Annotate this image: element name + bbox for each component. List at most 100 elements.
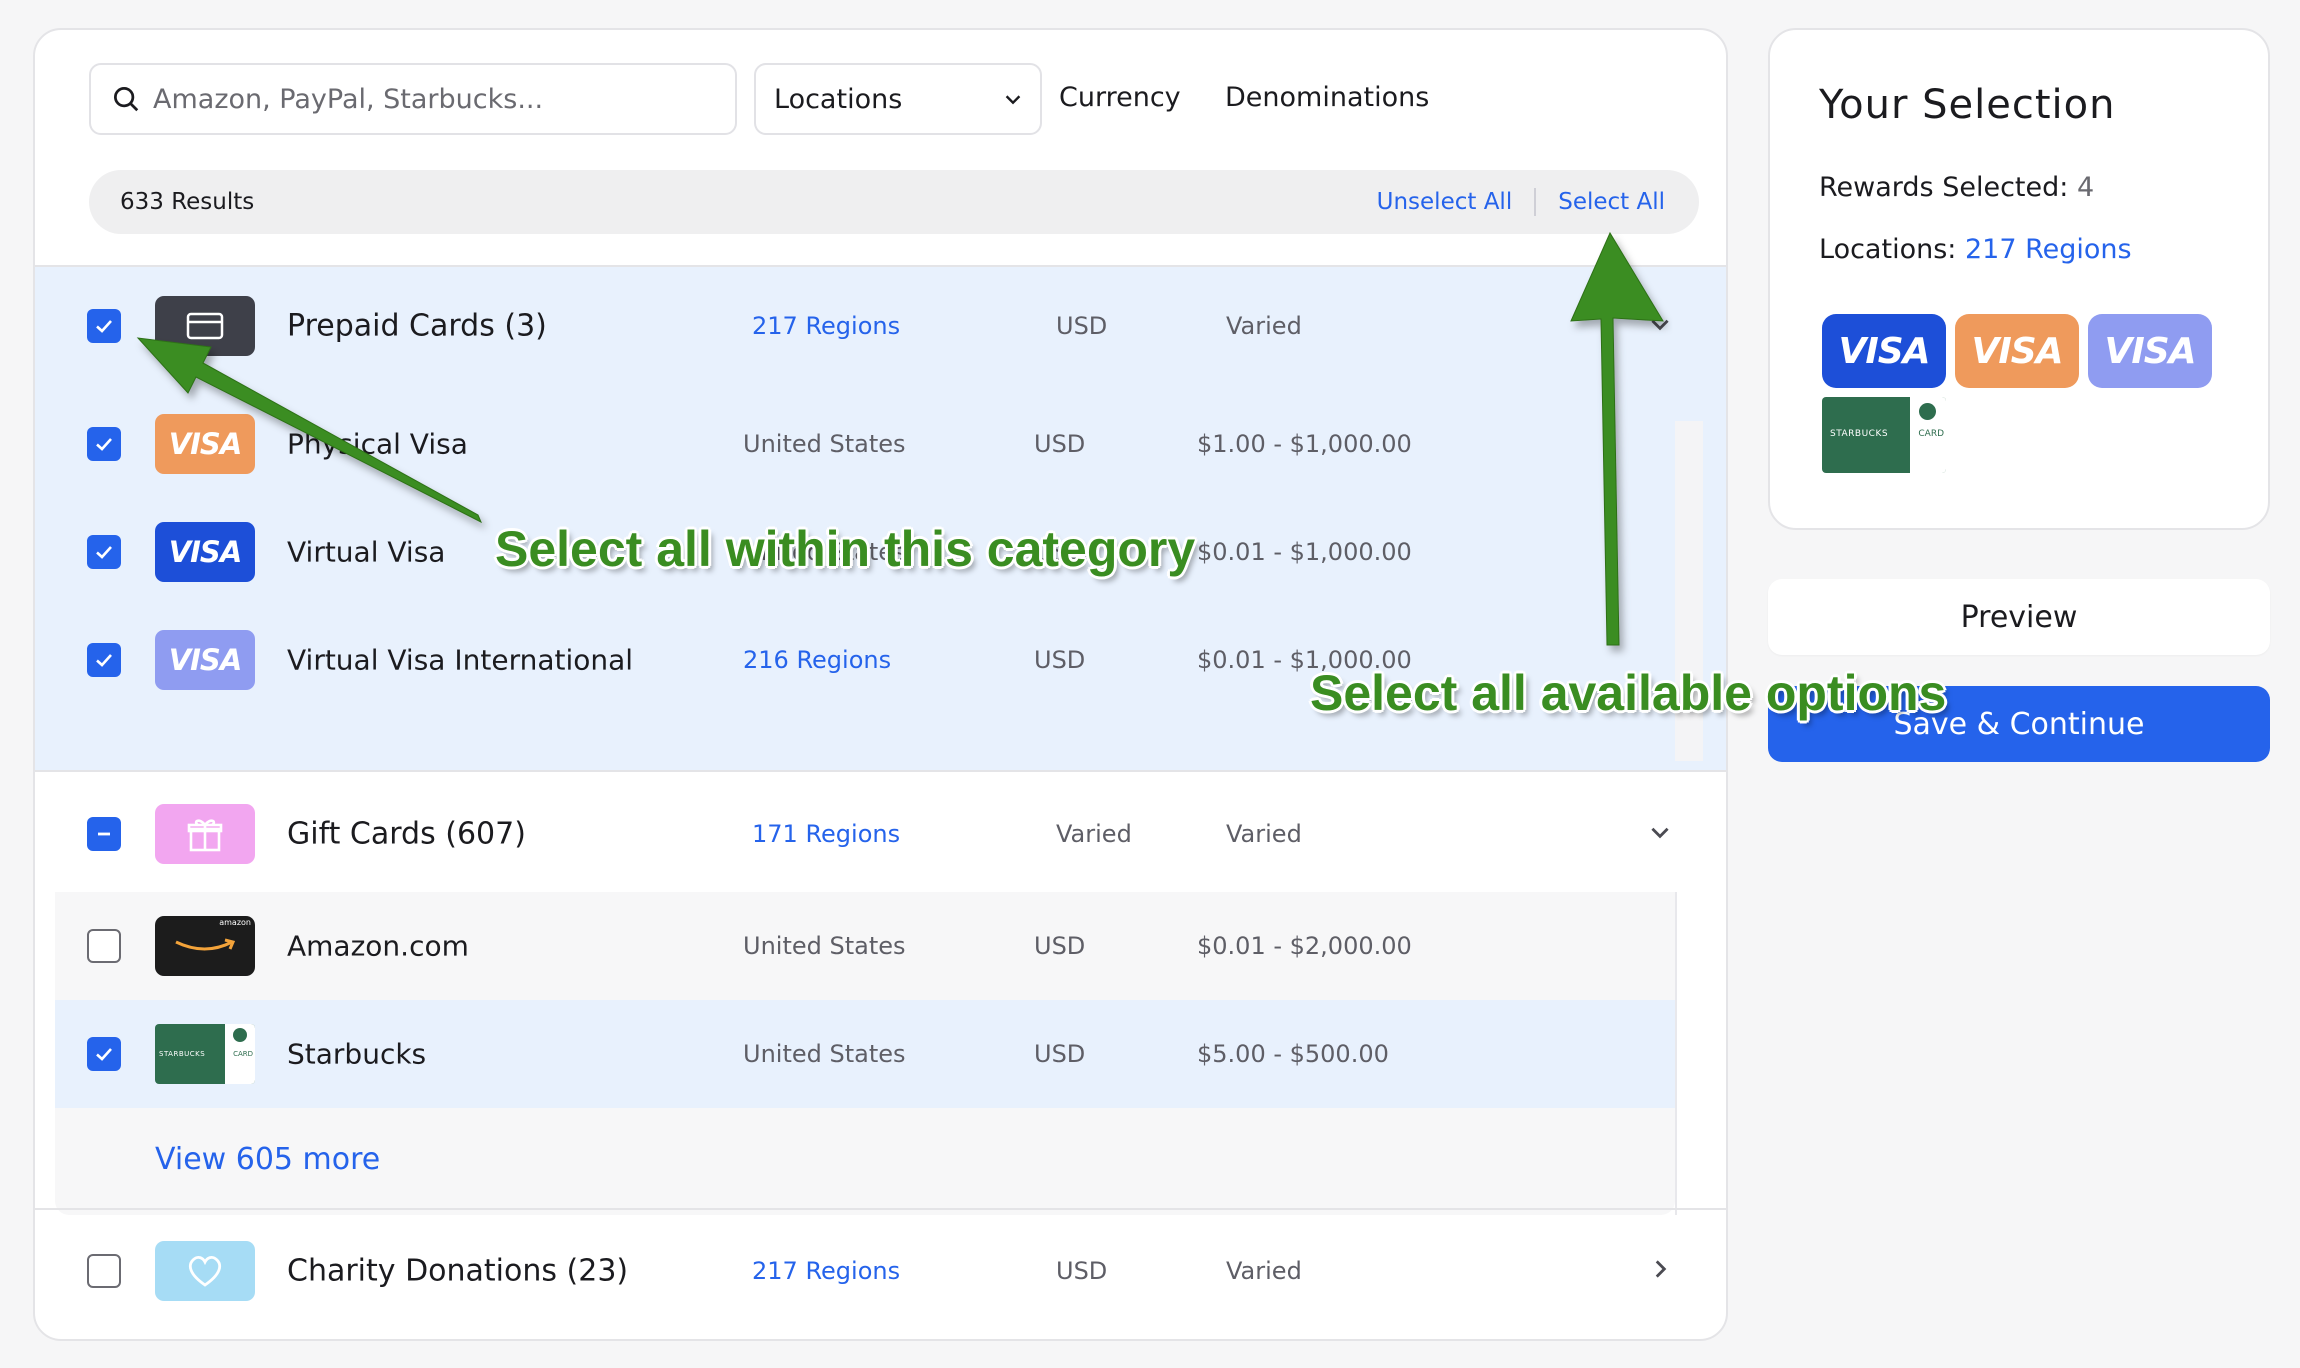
category-row-charity[interactable]: Charity Donations (23) 217 Regions USD V… <box>35 1212 1726 1330</box>
locations-dropdown[interactable]: Locations <box>754 63 1042 135</box>
check-icon <box>96 546 112 559</box>
annotation-select-all: Select all available options <box>1310 665 1947 721</box>
amazon-range: $0.01 - $2,000.00 <box>1197 932 1412 960</box>
virtual-visa-international-currency: USD <box>1034 646 1086 674</box>
locations-value-link[interactable]: 217 Regions <box>1965 234 2132 265</box>
amazon-location: United States <box>743 932 906 960</box>
annotation-select-category: Select all within this category <box>495 521 1196 577</box>
locations-dropdown-label: Locations <box>774 83 903 115</box>
chevron-down-icon <box>1651 319 1669 331</box>
starbucks-logo-sub: CARD <box>233 1050 253 1058</box>
gift-icon <box>187 819 223 852</box>
chevron-down-icon <box>1005 95 1021 105</box>
amazon-thumb: amazon <box>155 916 255 976</box>
starbucks-logo-sub: CARD <box>1918 429 1944 439</box>
visa-logo: VISA <box>168 427 243 461</box>
starbucks-siren-icon <box>233 1028 247 1042</box>
locations-label: Locations: <box>1819 234 1957 265</box>
starbucks-logo: STARBUCKS <box>159 1050 206 1058</box>
check-icon <box>96 438 112 451</box>
virtual-visa-international-regions-link[interactable]: 216 Regions <box>743 646 891 674</box>
amazon-logo: amazon <box>219 918 251 927</box>
starbucks-range: $5.00 - $500.00 <box>1197 1040 1389 1068</box>
starbucks-siren-icon <box>1919 403 1936 420</box>
rewards-selected-line: Rewards Selected: 4 <box>1819 172 2094 203</box>
minus-icon <box>98 832 110 836</box>
prepaid-category-name: Prepaid Cards (3) <box>287 308 547 344</box>
chevron-down-icon <box>1651 827 1669 839</box>
view-more-link[interactable]: View 605 more <box>155 1142 380 1177</box>
prepaid-category-thumb <box>155 296 255 356</box>
select-all-link[interactable]: Select All <box>1558 189 1665 215</box>
physical-visa-checkbox[interactable] <box>87 427 121 461</box>
gift-cards-denomination: Varied <box>1226 820 1302 848</box>
charity-expand-toggle[interactable] <box>1647 1256 1673 1286</box>
denominations-filter[interactable]: Denominations <box>1225 82 1429 113</box>
gift-cards-expand-toggle[interactable] <box>1647 819 1673 849</box>
visa-logo: VISA <box>168 535 243 569</box>
selection-title: Your Selection <box>1819 82 2116 128</box>
search-box[interactable] <box>89 63 737 135</box>
search-input[interactable] <box>153 83 713 115</box>
category-row-gift-cards[interactable]: Gift Cards (607) 171 Regions Varied Vari… <box>35 775 1726 893</box>
virtual-visa-thumb: VISA <box>155 522 255 582</box>
virtual-visa-checkbox[interactable] <box>87 535 121 569</box>
virtual-visa-international-name: Virtual Visa International <box>287 643 634 677</box>
charity-category-checkbox[interactable] <box>87 1254 121 1288</box>
charity-denomination: Varied <box>1226 1257 1302 1285</box>
charity-regions-link[interactable]: 217 Regions <box>752 1257 900 1285</box>
unselect-all-link[interactable]: Unselect All <box>1377 189 1513 215</box>
selection-summary-card: Your Selection Rewards Selected: 4 Locat… <box>1768 28 2270 530</box>
category-row-prepaid[interactable]: Prepaid Cards (3) 217 Regions USD Varied <box>35 267 1726 385</box>
check-icon <box>96 654 112 667</box>
selected-thumb-starbucks: STARBUCKS CARD <box>1822 397 1946 473</box>
starbucks-thumb: STARBUCKS CARD <box>155 1024 255 1084</box>
starbucks-currency: USD <box>1034 1040 1086 1068</box>
prepaid-denomination: Varied <box>1226 312 1302 340</box>
charity-category-thumb <box>155 1241 255 1301</box>
virtual-visa-name: Virtual Visa <box>287 535 446 569</box>
search-icon <box>114 87 139 112</box>
physical-visa-location: United States <box>743 430 906 458</box>
prepaid-regions-link[interactable]: 217 Regions <box>752 312 900 340</box>
gift-list-scrollbar[interactable] <box>1675 892 1703 1215</box>
amazon-currency: USD <box>1034 932 1086 960</box>
starbucks-logo: STARBUCKS <box>1830 429 1889 439</box>
currency-filter[interactable]: Currency <box>1059 82 1181 113</box>
gift-cards-category-thumb <box>155 804 255 864</box>
starbucks-name: Starbucks <box>287 1037 427 1071</box>
visa-logo: VISA <box>1971 330 2063 372</box>
selected-thumb-visa-international: VISA <box>2088 314 2212 388</box>
check-icon <box>96 320 112 333</box>
selected-thumb-virtual-visa: VISA <box>1822 314 1946 388</box>
visa-logo: VISA <box>1838 330 1930 372</box>
physical-visa-range: $1.00 - $1,000.00 <box>1197 430 1412 458</box>
amazon-checkbox[interactable] <box>87 929 121 963</box>
prepaid-currency: USD <box>1056 312 1108 340</box>
amazon-smile-icon <box>175 938 236 951</box>
virtual-visa-international-checkbox[interactable] <box>87 643 121 677</box>
starbucks-checkbox[interactable] <box>87 1037 121 1071</box>
results-count: 633 Results <box>120 189 255 215</box>
gift-cards-currency: Varied <box>1056 820 1132 848</box>
list-item-starbucks[interactable]: STARBUCKS CARD Starbucks United States U… <box>55 1000 1675 1108</box>
visa-logo: VISA <box>168 643 243 677</box>
physical-visa-thumb: VISA <box>155 414 255 474</box>
prepaid-category-checkbox[interactable] <box>87 309 121 343</box>
amazon-name: Amazon.com <box>287 929 469 963</box>
check-icon <box>96 1048 112 1061</box>
list-item-amazon[interactable]: amazon Amazon.com United States USD $0.0… <box>55 892 1675 1000</box>
group-divider <box>35 1208 1726 1210</box>
virtual-visa-international-thumb: VISA <box>155 630 255 690</box>
list-item-physical-visa[interactable]: VISA Physical Visa United States USD $1.… <box>35 390 1675 498</box>
visa-logo: VISA <box>2104 330 2196 372</box>
charity-currency: USD <box>1056 1257 1108 1285</box>
locations-line: Locations: 217 Regions <box>1819 234 2132 265</box>
gift-cards-category-checkbox[interactable] <box>87 817 121 851</box>
charity-category-name: Charity Donations (23) <box>287 1253 629 1289</box>
gift-cards-regions-link[interactable]: 171 Regions <box>752 820 900 848</box>
preview-button[interactable]: Preview <box>1768 579 2270 655</box>
selected-thumb-physical-visa: VISA <box>1955 314 2079 388</box>
heart-icon <box>188 1255 222 1287</box>
prepaid-expand-toggle[interactable] <box>1647 311 1673 341</box>
